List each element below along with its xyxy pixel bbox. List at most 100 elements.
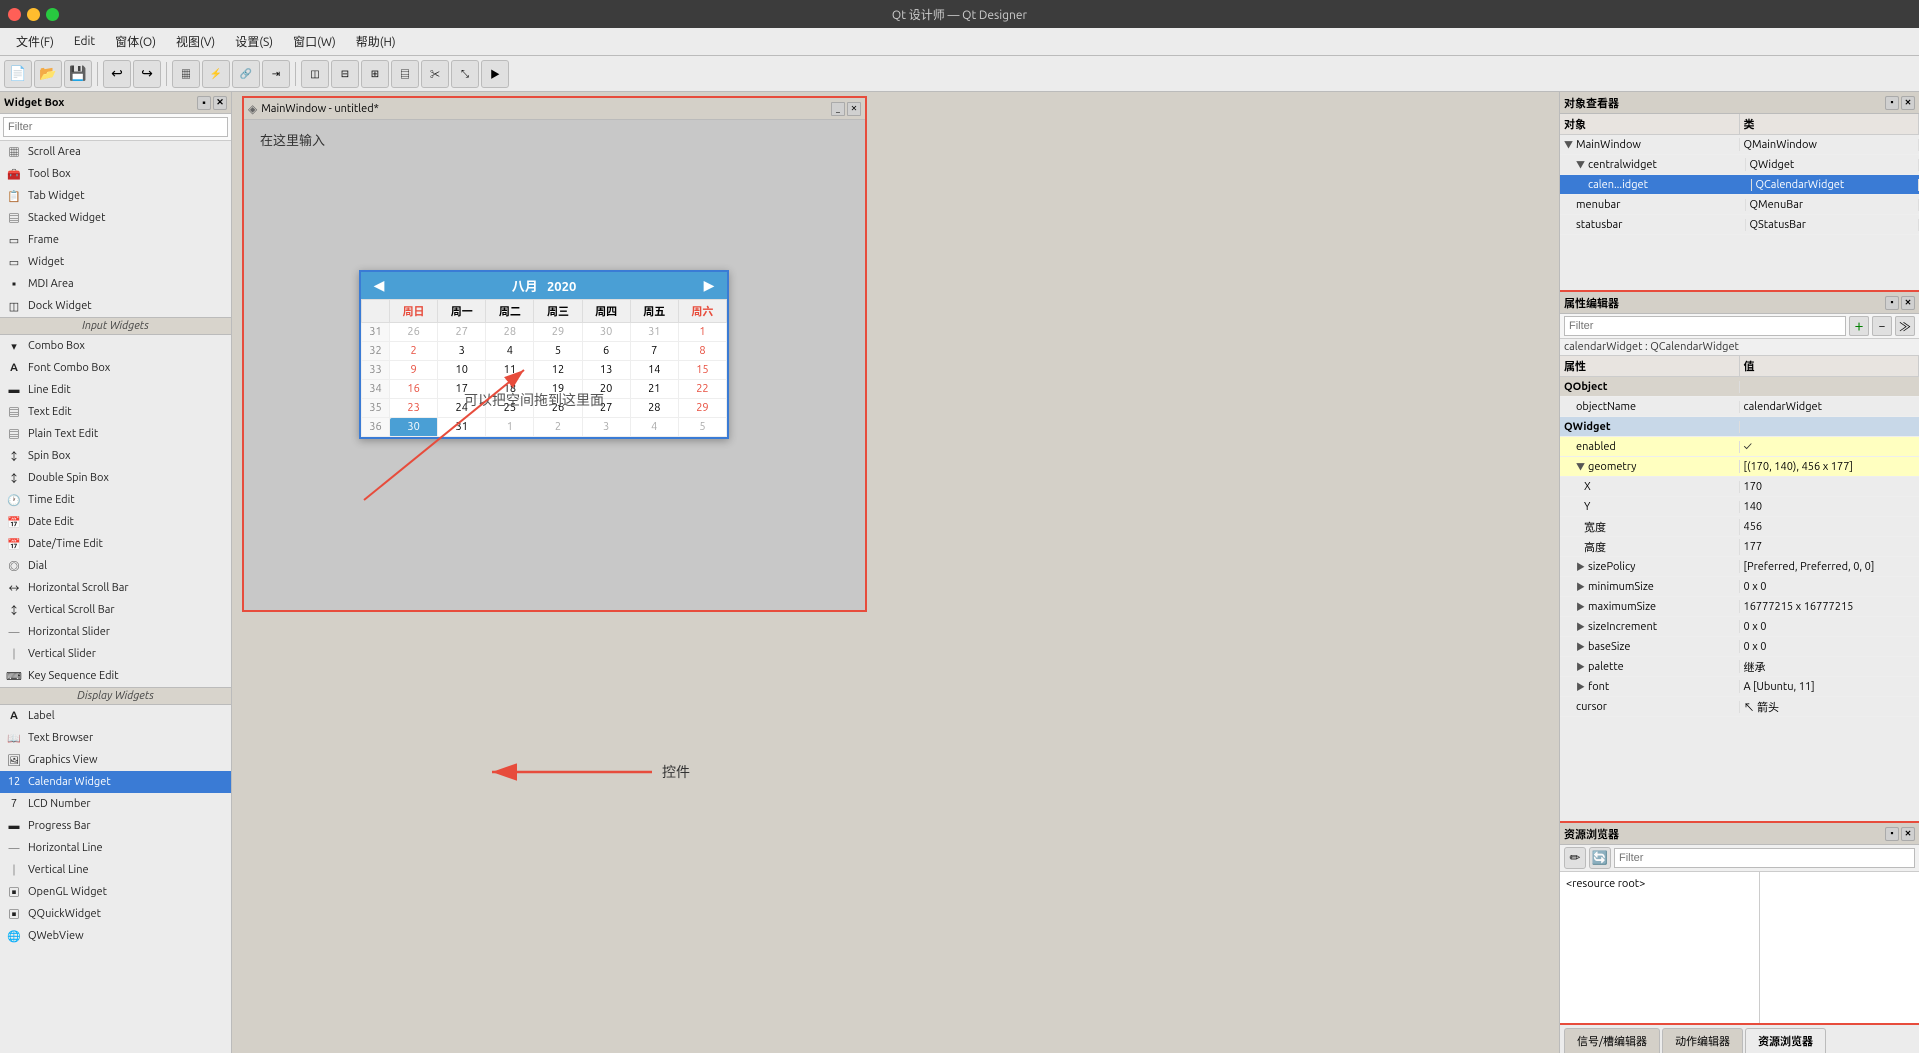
cal-day-aug4[interactable]: 4 — [486, 342, 534, 361]
widget-item-qwebview[interactable]: 🌐 QWebView — [0, 925, 231, 947]
prop-float-btn[interactable]: ▪ — [1885, 296, 1899, 310]
prop-row-x[interactable]: X 170 — [1560, 477, 1919, 497]
cal-day-aug28[interactable]: 28 — [630, 399, 678, 418]
cal-day-aug23[interactable]: 23 — [390, 399, 438, 418]
design-win-close[interactable]: ✕ — [847, 102, 861, 116]
cal-day-aug21[interactable]: 21 — [630, 380, 678, 399]
wb-close-btn[interactable]: ✕ — [213, 96, 227, 110]
cal-day-aug31[interactable]: 31 — [438, 418, 486, 437]
prop-more-btn[interactable]: ≫ — [1895, 316, 1915, 336]
cal-day-aug14[interactable]: 14 — [630, 361, 678, 380]
tb-new[interactable]: 📄 — [4, 60, 32, 88]
widget-item-plain-text-edit[interactable]: ▤ Plain Text Edit — [0, 423, 231, 445]
tb-open[interactable]: 📂 — [34, 60, 62, 88]
widget-item-h-line[interactable]: ─ Horizontal Line — [0, 837, 231, 859]
menu-file[interactable]: 文件(F) — [8, 31, 62, 52]
cal-next-btn[interactable]: ▶ — [699, 277, 719, 294]
tb-layout-h[interactable]: ◫ — [301, 60, 329, 88]
prop-row-maxsize[interactable]: ▶maximumSize 16777215 x 16777215 — [1560, 597, 1919, 617]
cal-day-sep3[interactable]: 3 — [582, 418, 630, 437]
widget-item-datetime-edit[interactable]: 📅 Date/Time Edit — [0, 533, 231, 555]
prop-row-sizeincrement[interactable]: ▶sizeIncrement 0 x 0 — [1560, 617, 1919, 637]
prop-close-btn[interactable]: ✕ — [1901, 296, 1915, 310]
res-float-btn[interactable]: ▪ — [1885, 827, 1899, 841]
calendar-widget[interactable]: ◀ 八月 2020 ▶ 周日 周一 — [359, 270, 729, 439]
design-win-minimize[interactable]: _ — [831, 102, 845, 116]
widget-item-opengl[interactable]: ▣ OpenGL Widget — [0, 881, 231, 903]
tb-layout-v[interactable]: ⊟ — [331, 60, 359, 88]
widget-item-frame[interactable]: ▭ Frame — [0, 229, 231, 251]
cal-day-aug6[interactable]: 6 — [582, 342, 630, 361]
cal-day-aug15[interactable]: 15 — [678, 361, 726, 380]
widget-item-label[interactable]: A Label — [0, 705, 231, 727]
cal-day-aug1[interactable]: 1 — [678, 323, 726, 342]
prop-row-palette[interactable]: ▶palette 继承 — [1560, 657, 1919, 677]
widget-item-font-combo-box[interactable]: A Font Combo Box — [0, 357, 231, 379]
maximize-button[interactable] — [46, 8, 59, 21]
cal-day-aug22[interactable]: 22 — [678, 380, 726, 399]
widget-item-v-slider[interactable]: │ Vertical Slider — [0, 643, 231, 665]
widget-item-progress-bar[interactable]: ▬ Progress Bar — [0, 815, 231, 837]
widget-item-h-scroll[interactable]: ↔ Horizontal Scroll Bar — [0, 577, 231, 599]
widget-filter-input[interactable] — [3, 117, 228, 137]
prop-row-objectname[interactable]: objectName calendarWidget — [1560, 397, 1919, 417]
prop-row-cursor[interactable]: cursor ↖ 箭头 — [1560, 697, 1919, 717]
menu-edit[interactable]: Edit — [66, 33, 103, 50]
prop-row-y[interactable]: Y 140 — [1560, 497, 1919, 517]
cal-day-aug12[interactable]: 12 — [534, 361, 582, 380]
cal-day-jul26[interactable]: 26 — [390, 323, 438, 342]
res-edit-btn[interactable]: ✏ — [1564, 847, 1586, 869]
widget-item-spin-box[interactable]: ↕ Spin Box — [0, 445, 231, 467]
widget-item-graphics-view[interactable]: 🖼 Graphics View — [0, 749, 231, 771]
cal-day-aug7[interactable]: 7 — [630, 342, 678, 361]
widget-item-text-edit[interactable]: ▤ Text Edit — [0, 401, 231, 423]
widget-item-calendar[interactable]: 12 Calendar Widget — [0, 771, 231, 793]
prop-row-height[interactable]: 高度 177 — [1560, 537, 1919, 557]
widget-item-stacked-widget[interactable]: ▤ Stacked Widget — [0, 207, 231, 229]
widget-item-dock-widget[interactable]: ◫ Dock Widget — [0, 295, 231, 317]
cal-day-sep5[interactable]: 5 — [678, 418, 726, 437]
widget-item-double-spin-box[interactable]: ↕ Double Spin Box — [0, 467, 231, 489]
cal-day-aug13[interactable]: 13 — [582, 361, 630, 380]
tb-layout-form[interactable]: ▤ — [391, 60, 419, 88]
widget-item-qquick[interactable]: ▣ QQuickWidget — [0, 903, 231, 925]
cal-day-jul30[interactable]: 30 — [582, 323, 630, 342]
tb-buddy[interactable]: 🔗 — [232, 60, 260, 88]
widget-item-widget[interactable]: ▭ Widget — [0, 251, 231, 273]
cal-day-jul31[interactable]: 31 — [630, 323, 678, 342]
tab-signal-slot-editor[interactable]: 信号/槽编辑器 — [1564, 1028, 1660, 1053]
cal-day-sep2[interactable]: 2 — [534, 418, 582, 437]
cal-day-aug16[interactable]: 16 — [390, 380, 438, 399]
widget-item-text-browser[interactable]: 📖 Text Browser — [0, 727, 231, 749]
close-button[interactable] — [8, 8, 21, 21]
widget-item-v-line[interactable]: │ Vertical Line — [0, 859, 231, 881]
obj-row-statusbar[interactable]: statusbar QStatusBar — [1560, 215, 1919, 235]
widget-item-dial[interactable]: ◎ Dial — [0, 555, 231, 577]
prop-row-enabled[interactable]: enabled ✓ — [1560, 437, 1919, 457]
obj-close-btn[interactable]: ✕ — [1901, 96, 1915, 110]
widget-item-tool-box[interactable]: 🧰 Tool Box — [0, 163, 231, 185]
cal-day-sep1[interactable]: 1 — [486, 418, 534, 437]
window-controls[interactable] — [8, 8, 59, 21]
cal-day-aug10[interactable]: 10 — [438, 361, 486, 380]
cal-prev-btn[interactable]: ◀ — [369, 277, 389, 294]
obj-row-menubar[interactable]: menubar QMenuBar — [1560, 195, 1919, 215]
cal-day-aug8[interactable]: 8 — [678, 342, 726, 361]
res-close-btn[interactable]: ✕ — [1901, 827, 1915, 841]
widget-item-scroll-area[interactable]: ▦ Scroll Area — [0, 141, 231, 163]
wb-float-btn[interactable]: ▪ — [197, 96, 211, 110]
prop-remove-btn[interactable]: − — [1872, 316, 1892, 336]
res-refresh-btn[interactable]: 🔄 — [1589, 847, 1611, 869]
menu-help[interactable]: 帮助(H) — [348, 31, 404, 52]
widget-item-tab-widget[interactable]: 📋 Tab Widget — [0, 185, 231, 207]
tb-undo[interactable]: ↩ — [103, 60, 131, 88]
obj-row-calendar[interactable]: calen...idget QCalendarWidget — [1560, 175, 1919, 195]
res-root-item[interactable]: <resource root> — [1564, 876, 1755, 892]
cal-day-aug9[interactable]: 9 — [390, 361, 438, 380]
prop-row-minsize[interactable]: ▶minimumSize 0 x 0 — [1560, 577, 1919, 597]
prop-row-width[interactable]: 宽度 456 — [1560, 517, 1919, 537]
tb-signal-slot[interactable]: ⚡ — [202, 60, 230, 88]
menu-window[interactable]: 窗口(W) — [285, 31, 344, 52]
prop-row-font[interactable]: ▶font A [Ubuntu, 11] — [1560, 677, 1919, 697]
cal-day-aug2[interactable]: 2 — [390, 342, 438, 361]
